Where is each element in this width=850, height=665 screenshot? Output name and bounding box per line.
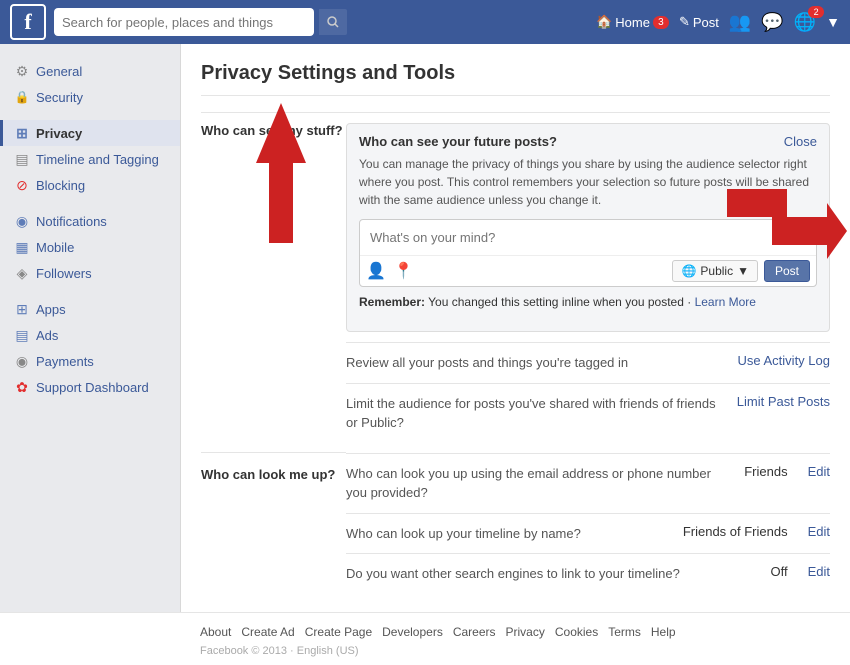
footer-link-privacy[interactable]: Privacy xyxy=(506,625,545,639)
friends-icon[interactable]: 👥 xyxy=(729,12,751,33)
main-content: Privacy Settings and Tools Who can see m… xyxy=(180,44,850,612)
footer-links: About Create Ad Create Page Developers Caree… xyxy=(200,625,830,639)
lookup-row-0-desc: Who can look you up using the email addr… xyxy=(346,464,734,503)
mobile-icon xyxy=(14,239,30,255)
messages-icon[interactable]: 💬 xyxy=(761,12,783,33)
footer-link-cookies[interactable]: Cookies xyxy=(555,625,598,639)
ads-icon xyxy=(14,327,30,343)
search-input[interactable] xyxy=(54,8,314,36)
person-icon: 👤 xyxy=(366,261,386,281)
sidebar-item-followers[interactable]: Followers xyxy=(0,260,180,286)
lookup-row-0-edit[interactable]: Edit xyxy=(808,464,830,479)
footer-link-developers[interactable]: Developers xyxy=(382,625,443,639)
location-icon: 📍 xyxy=(394,261,414,281)
future-posts-wrapper: Who can see your future posts? Close You… xyxy=(346,123,830,332)
activity-log-row: Review all your posts and things you're … xyxy=(346,342,830,383)
lookup-row-0: Who can look you up using the email addr… xyxy=(346,453,830,513)
privacy-icon xyxy=(14,125,30,141)
activity-log-desc: Review all your posts and things you're … xyxy=(346,353,728,373)
globe-badge: 2 xyxy=(808,6,824,18)
post-button[interactable]: Post xyxy=(764,260,810,282)
payments-icon xyxy=(14,353,30,369)
apps-icon xyxy=(14,301,30,317)
sidebar-item-blocking[interactable]: Blocking xyxy=(0,172,180,198)
timeline-icon xyxy=(14,151,30,167)
edit-icon: ✎ xyxy=(679,14,690,30)
post-composer: 👤 📍 🌐 Public ▼ xyxy=(359,219,817,287)
footer-link-terms[interactable]: Terms xyxy=(608,625,641,639)
section2-content: Who can look you up using the email addr… xyxy=(346,453,830,594)
home-link[interactable]: 🏠 Home 3 xyxy=(596,14,669,30)
future-posts-box: Who can see your future posts? Close You… xyxy=(346,123,830,332)
sidebar-item-apps[interactable]: Apps xyxy=(0,296,180,322)
lookup-row-2-edit[interactable]: Edit xyxy=(808,564,830,579)
sidebar-item-notifications[interactable]: Notifications xyxy=(0,208,180,234)
section1-header: Who can see my stuff? xyxy=(201,113,346,453)
footer: About Create Ad Create Page Developers Caree… xyxy=(0,612,850,665)
globe-small-icon: 🌐 xyxy=(681,264,696,278)
sidebar-item-ads[interactable]: Ads xyxy=(0,322,180,348)
sidebar-item-payments[interactable]: Payments xyxy=(0,348,180,374)
gear-icon xyxy=(14,63,30,79)
section-lookup: Who can look me up? Who can look you up … xyxy=(201,453,830,594)
lookup-row-1-desc: Who can look up your timeline by name? xyxy=(346,524,673,544)
caret-down-small-icon: ▼ xyxy=(737,264,749,278)
lock-icon xyxy=(14,89,30,105)
lookup-row-1: Who can look up your timeline by name? F… xyxy=(346,513,830,554)
footer-link-help[interactable]: Help xyxy=(651,625,676,639)
facebook-logo: f xyxy=(10,4,46,40)
search-button[interactable] xyxy=(318,8,348,36)
top-navigation: f 🏠 Home 3 ✎ Post 👥 💬 🌐 2 ▼ xyxy=(0,0,850,44)
notifications-icon xyxy=(14,213,30,229)
sidebar-item-general[interactable]: General xyxy=(0,58,180,84)
future-posts-description: You can manage the privacy of things you… xyxy=(359,155,817,209)
limit-past-posts-link[interactable]: Limit Past Posts xyxy=(737,394,830,409)
sidebar-item-mobile[interactable]: Mobile xyxy=(0,234,180,260)
close-link[interactable]: Close xyxy=(784,134,817,149)
post-link[interactable]: ✎ Post xyxy=(679,14,719,30)
section-future-posts: Who can see my stuff? Who can see your f… xyxy=(201,113,830,453)
lookup-row-1-edit[interactable]: Edit xyxy=(808,524,830,539)
home-icon: 🏠 xyxy=(596,14,612,30)
footer-link-create-ad[interactable]: Create Ad xyxy=(241,625,294,639)
caret-down-icon[interactable]: ▼ xyxy=(826,14,840,30)
nav-links: 🏠 Home 3 ✎ Post 👥 💬 🌐 2 ▼ xyxy=(596,12,840,33)
followers-icon xyxy=(14,265,30,281)
footer-link-about[interactable]: About xyxy=(200,625,231,639)
sidebar-item-security[interactable]: Security xyxy=(0,84,180,110)
future-posts-title: Who can see your future posts? xyxy=(359,134,817,149)
sidebar-item-privacy[interactable]: Privacy xyxy=(0,120,180,146)
settings-table: Who can see my stuff? Who can see your f… xyxy=(201,112,830,594)
home-badge: 3 xyxy=(653,16,669,29)
limit-past-posts-desc: Limit the audience for posts you've shar… xyxy=(346,394,727,433)
use-activity-log-link[interactable]: Use Activity Log xyxy=(738,353,831,368)
footer-link-create-page[interactable]: Create Page xyxy=(305,625,372,639)
learn-more-link[interactable]: Learn More xyxy=(695,295,756,309)
limit-past-posts-row: Limit the audience for posts you've shar… xyxy=(346,383,830,443)
lookup-row-0-value: Friends xyxy=(744,464,787,479)
composer-wrapper: 👤 📍 🌐 Public ▼ xyxy=(359,219,817,287)
section1-content: Who can see your future posts? Close You… xyxy=(346,113,830,453)
section2-header: Who can look me up? xyxy=(201,453,346,594)
audience-selector-button[interactable]: 🌐 Public ▼ xyxy=(672,260,758,282)
footer-copyright: Facebook © 2013 · English (US) xyxy=(200,645,830,657)
main-wrapper: General Security Privacy Timeline and Ta… xyxy=(0,44,850,612)
lookup-row-1-value: Friends of Friends xyxy=(683,524,788,539)
sidebar-item-support[interactable]: Support Dashboard xyxy=(0,374,180,400)
remember-line: Remember: You changed this setting inlin… xyxy=(359,295,817,309)
globe-icon[interactable]: 🌐 2 xyxy=(794,12,816,33)
composer-icons: 👤 📍 xyxy=(366,261,414,281)
composer-input[interactable] xyxy=(360,220,816,256)
lookup-row-2: Do you want other search engines to link… xyxy=(346,553,830,594)
block-icon xyxy=(14,177,30,193)
lookup-row-2-value: Off xyxy=(770,564,787,579)
support-icon xyxy=(14,379,30,395)
sidebar: General Security Privacy Timeline and Ta… xyxy=(0,44,180,612)
composer-footer: 👤 📍 🌐 Public ▼ xyxy=(360,256,816,286)
footer-link-careers[interactable]: Careers xyxy=(453,625,496,639)
lookup-row-2-desc: Do you want other search engines to link… xyxy=(346,564,760,584)
sidebar-item-timeline[interactable]: Timeline and Tagging xyxy=(0,146,180,172)
page-title: Privacy Settings and Tools xyxy=(201,62,830,96)
